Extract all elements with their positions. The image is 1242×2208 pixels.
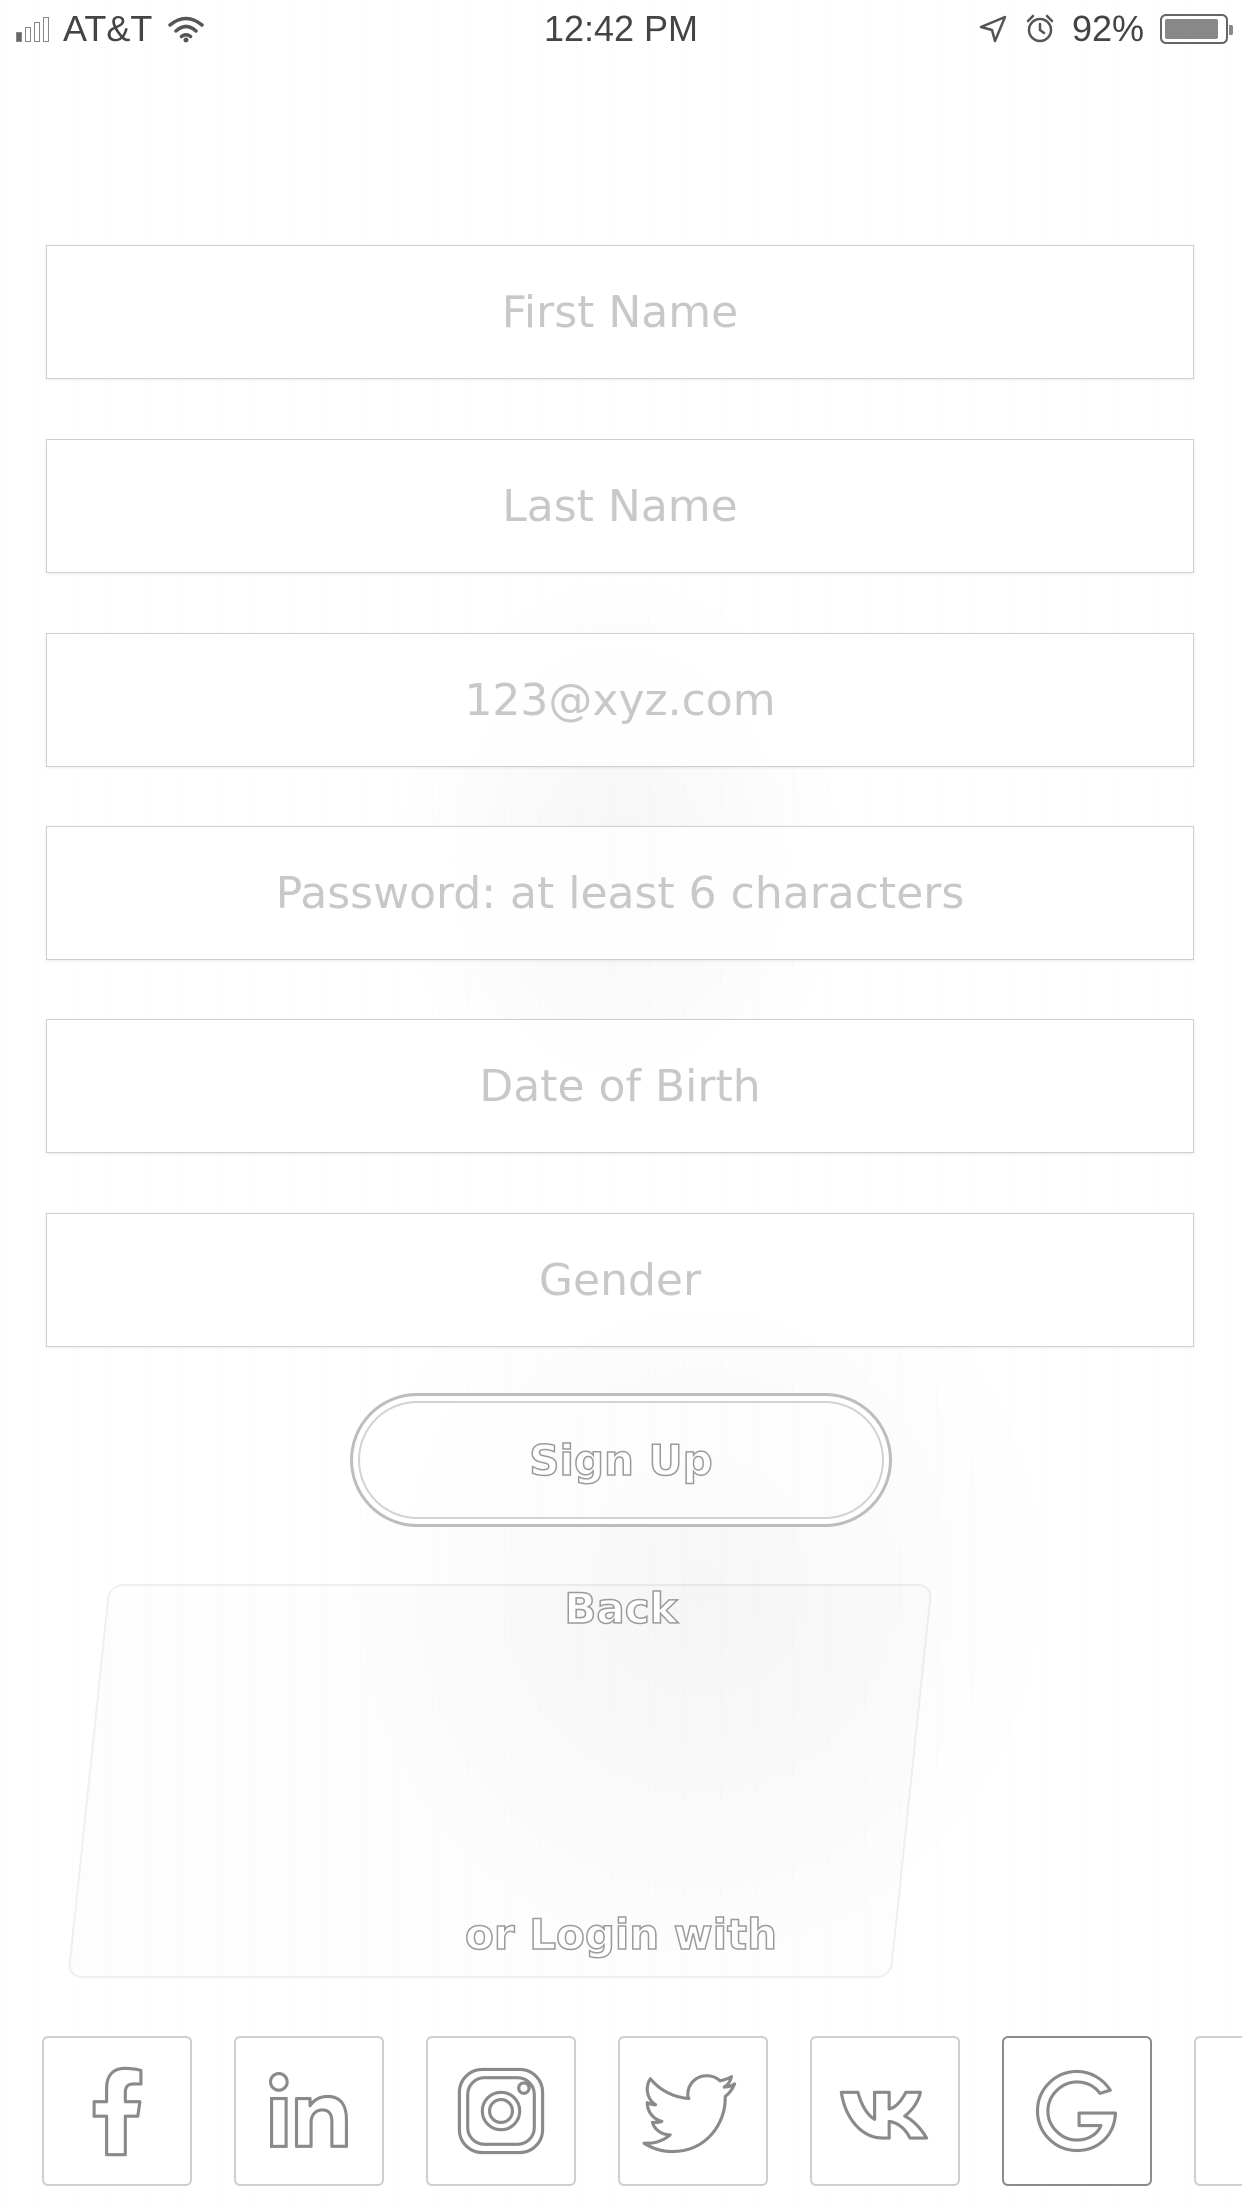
location-arrow-icon (979, 15, 1007, 43)
back-link[interactable]: Back (0, 1583, 1242, 1634)
gender-field[interactable] (46, 1213, 1194, 1347)
alarm-icon (1026, 14, 1054, 43)
email-field[interactable] (46, 633, 1194, 767)
status-bar: AT&T 12:42 PM 92% (0, 0, 1242, 60)
google-login-button[interactable] (1002, 2036, 1152, 2186)
instagram-login-button[interactable] (426, 2036, 576, 2186)
google-icon (1035, 2069, 1118, 2153)
twitter-login-button[interactable] (618, 2036, 768, 2186)
linkedin-login-button[interactable] (234, 2036, 384, 2186)
social-login-row: YA (42, 2036, 1242, 2186)
yahoo-login-button[interactable]: YA (1194, 2036, 1242, 2186)
battery-icon (1160, 14, 1233, 44)
linkedin-icon (268, 2072, 348, 2148)
login-with-label: or Login with (464, 1909, 777, 1960)
last-name-field[interactable] (46, 439, 1194, 573)
sign-up-button[interactable]: Sign Up (350, 1393, 892, 1527)
battery-percent: 92% (1071, 8, 1144, 49)
battery-fill (1165, 19, 1219, 39)
instagram-icon (457, 2067, 545, 2155)
first-name-field[interactable] (46, 245, 1194, 379)
vk-login-button[interactable] (810, 2036, 960, 2186)
password-field[interactable] (46, 826, 1194, 960)
facebook-icon (92, 2066, 143, 2157)
vk-icon (839, 2090, 929, 2140)
facebook-login-button[interactable] (42, 2036, 192, 2186)
date-of-birth-field[interactable] (46, 1019, 1194, 1153)
status-bar-right: 92% (978, 8, 1233, 50)
sign-up-label: Sign Up (529, 1435, 714, 1486)
twitter-icon (642, 2074, 737, 2154)
